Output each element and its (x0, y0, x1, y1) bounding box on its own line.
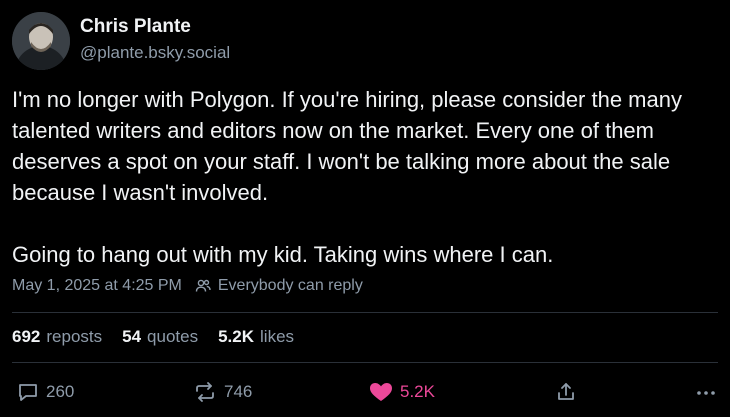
reposts-label: reposts (46, 327, 103, 346)
likes-label: likes (260, 327, 295, 346)
like-count: 5.2K (400, 382, 435, 401)
reply-setting[interactable]: Everybody can reply (218, 275, 363, 297)
repost-arrows-icon (192, 380, 218, 404)
post-meta: May 1, 2025 at 4:25 PM Everybody can rep… (12, 275, 363, 297)
reposts-stat[interactable]: 692 reposts (12, 326, 102, 348)
reply-button[interactable]: 260 (16, 374, 74, 410)
likes-count: 5.2K (218, 327, 255, 346)
author-handle[interactable]: @plante.bsky.social (80, 42, 230, 64)
heart-icon (368, 380, 394, 404)
people-icon (194, 277, 212, 295)
avatar[interactable] (12, 12, 70, 70)
divider (12, 312, 718, 313)
post-paragraph: Going to hang out with my kid. Taking wi… (12, 242, 554, 267)
quotes-label: quotes (147, 327, 199, 346)
repost-count: 746 (224, 382, 253, 401)
quotes-stat[interactable]: 54 quotes (122, 326, 198, 348)
likes-stat[interactable]: 5.2K likes (218, 326, 294, 348)
divider (12, 362, 718, 363)
post-stats: 692 reposts 54 quotes 5.2K likes (12, 326, 314, 348)
reply-bubble-icon (16, 380, 40, 404)
author-display-name[interactable]: Chris Plante (80, 16, 191, 38)
reply-count: 260 (46, 382, 75, 401)
post-timestamp[interactable]: May 1, 2025 at 4:25 PM (12, 275, 182, 297)
post-actions: 260 746 5.2K (0, 374, 730, 410)
avatar-image (12, 12, 70, 70)
reposts-count: 692 (12, 327, 41, 346)
repost-button[interactable]: 746 (192, 374, 252, 410)
more-button[interactable] (694, 374, 718, 410)
share-icon (554, 380, 578, 404)
post-card: Chris Plante @plante.bsky.social I'm no … (0, 0, 730, 417)
like-button[interactable]: 5.2K (368, 374, 435, 410)
quotes-count: 54 (122, 327, 142, 346)
post-body: I'm no longer with Polygon. If you're hi… (12, 84, 722, 270)
post-paragraph: I'm no longer with Polygon. If you're hi… (12, 87, 682, 205)
more-dots-icon (694, 380, 718, 404)
share-button[interactable] (554, 374, 578, 410)
